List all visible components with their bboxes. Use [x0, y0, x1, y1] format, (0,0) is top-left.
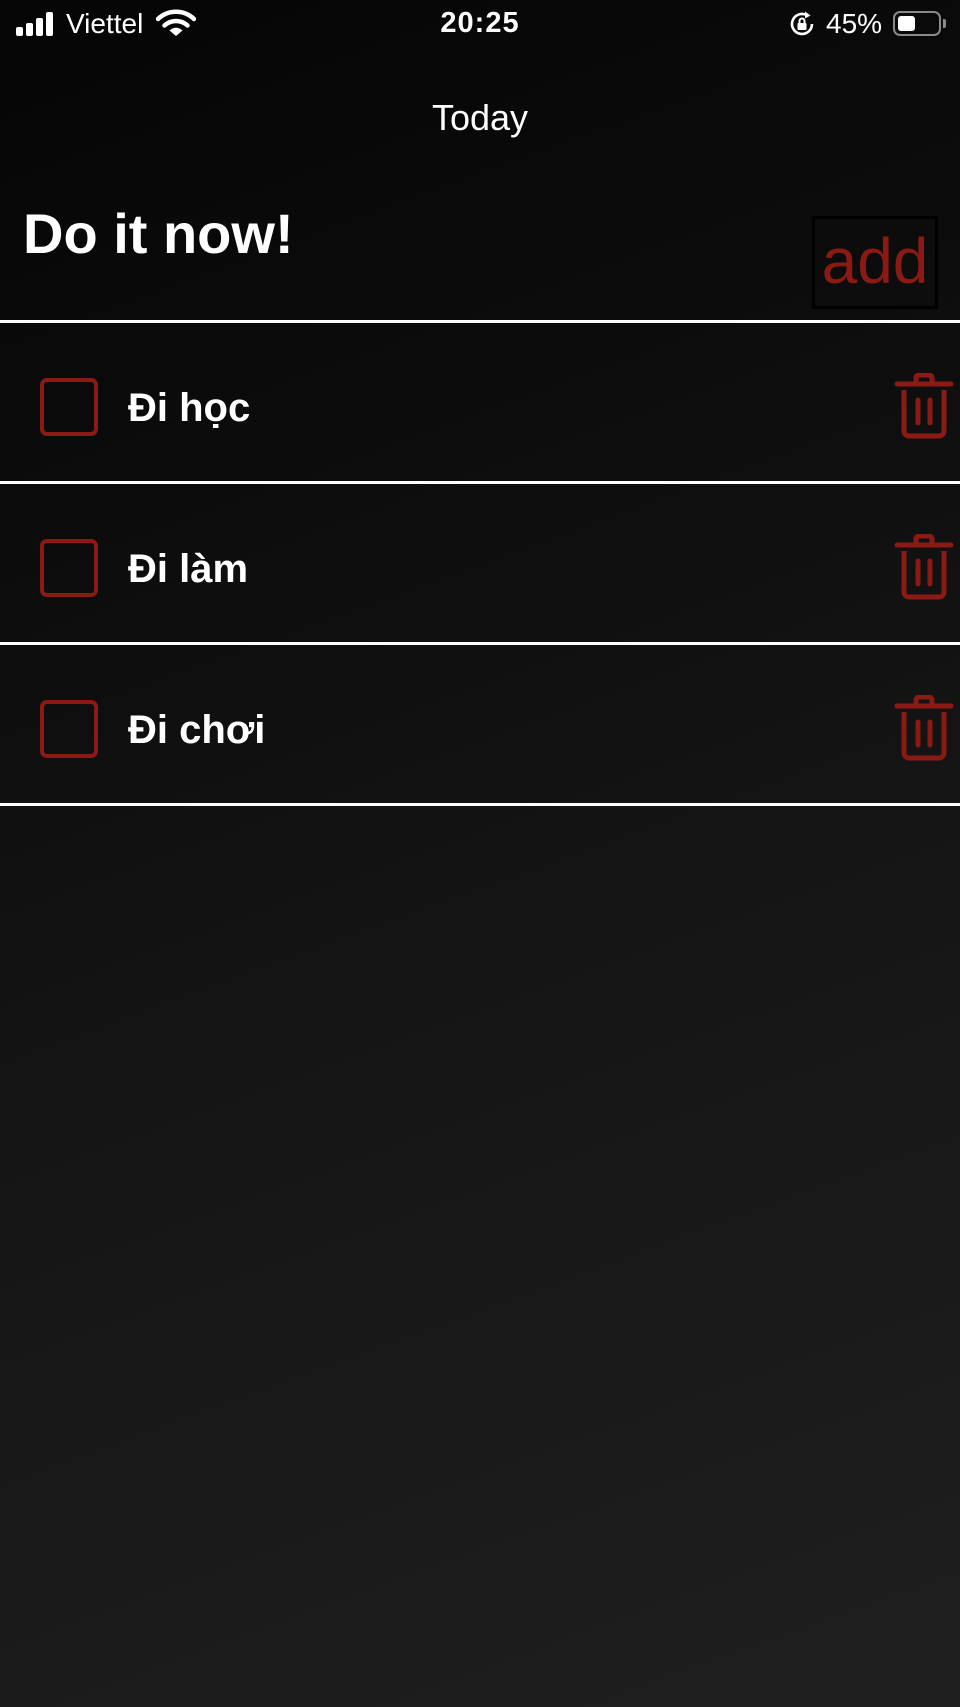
- task-checkbox[interactable]: [40, 539, 98, 597]
- task-checkbox[interactable]: [40, 700, 98, 758]
- task-label: Đi làm: [128, 547, 249, 591]
- task-row: Đi làm: [0, 484, 960, 642]
- battery-icon: [893, 11, 946, 36]
- task-checkbox[interactable]: [40, 378, 98, 436]
- task-row: Đi học: [0, 323, 960, 481]
- nav-title: Today: [431, 97, 529, 138]
- battery-nub: [943, 19, 946, 28]
- rotation-lock-icon: [790, 11, 814, 36]
- battery-percent: 45%: [826, 8, 883, 39]
- page-title: Do it now!: [23, 202, 294, 265]
- battery-fill: [898, 16, 915, 31]
- list-divider: [0, 803, 960, 806]
- trash-icon[interactable]: [894, 373, 954, 439]
- task-list: Đi học Đi làm Đi chơi: [0, 320, 960, 806]
- task-row: Đi chơi: [0, 645, 960, 803]
- status-bar: Viettel 20:25 45%: [0, 0, 960, 48]
- add-button[interactable]: add: [812, 216, 938, 309]
- task-label: Đi học: [128, 386, 251, 430]
- task-label: Đi chơi: [128, 708, 266, 752]
- status-time: 20:25: [440, 7, 520, 39]
- trash-icon[interactable]: [894, 695, 954, 761]
- trash-icon[interactable]: [894, 534, 954, 600]
